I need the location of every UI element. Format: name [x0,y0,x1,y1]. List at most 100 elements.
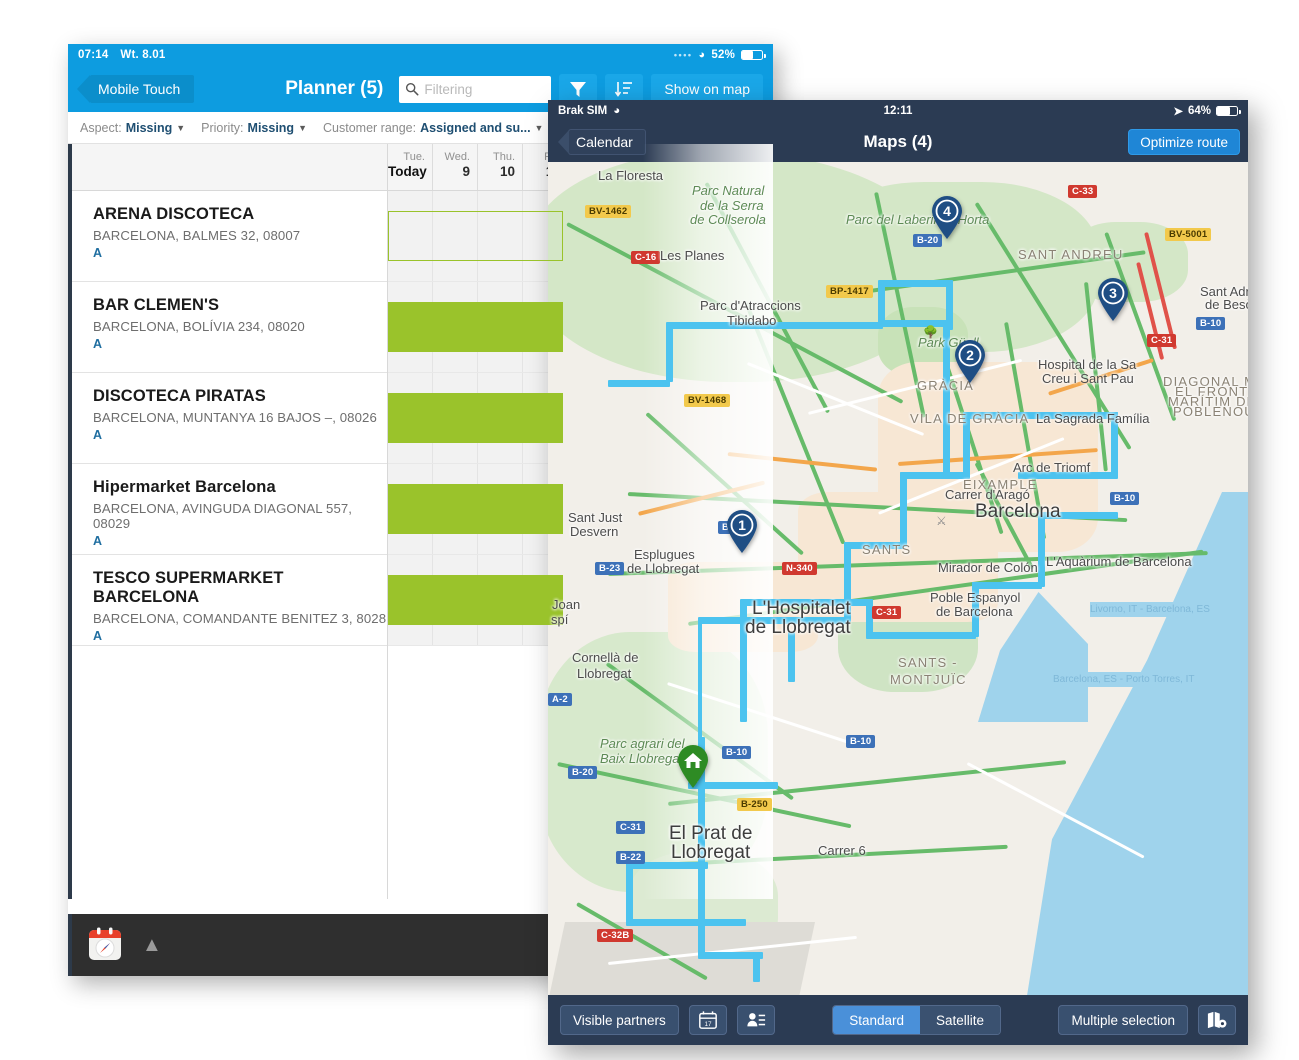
road-shield: N-340 [782,562,817,575]
signal-dots-icon: •••• [673,50,693,60]
road-shield: A-2 [548,693,572,706]
map-label: SANTS [862,542,912,557]
svg-text:2: 2 [966,347,974,363]
planner-status-bar: 07:14 Wt. 8.01 •••• ◕ 52% [68,44,773,66]
map-label: spí [551,612,569,627]
map-canvas[interactable]: ⚔ 🌳 BV-1462 C-16 BP-1417 B-20 C-33 BV-5001 B-1… [548,162,1248,995]
home-pin-icon[interactable] [676,745,710,789]
road-shield: C-31 [872,606,902,619]
search-input[interactable] [424,81,546,97]
schedule-bar[interactable] [388,575,563,625]
map-label: Parc d'Atraccions [700,298,801,313]
road-shield: B-20 [568,766,598,779]
filter-customer-range[interactable]: Customer range: Assigned and su... ▼ [323,121,543,135]
map-type-satellite[interactable]: Satellite [920,1006,1001,1034]
back-button-mobile-touch[interactable]: Mobile Touch [76,75,195,103]
road-shield: C-31 [616,821,646,834]
list-item-address: BARCELONA, AVINGUDA DIAGONAL 557, 08029 [93,501,353,531]
multiple-selection-button[interactable]: Multiple selection [1058,1005,1189,1035]
map-gear-icon [1207,1011,1227,1029]
page-title: Planner (5) [285,78,384,99]
map-label: de Llobregat [627,561,700,576]
road-shield: C-32B [597,929,634,942]
status-battery-pct: 52% [711,49,735,61]
calendar-button[interactable]: 17 [688,1005,727,1035]
road-shield: BP-1417 [826,285,873,298]
calendar-column-header[interactable]: Wed. 9 [433,144,478,190]
map-label: Joan [552,597,581,612]
calendar-daynum: 10 [499,164,515,179]
calendar-daynum: Today [388,164,427,179]
funnel-icon [570,82,587,97]
map-label: Creu i Sant Pau [1042,371,1134,386]
map-settings-button[interactable] [1198,1005,1237,1035]
map-label: L'Aquàrium de Barcelona [1046,554,1192,569]
filter-priority[interactable]: Priority: Missing ▼ [201,121,307,135]
calendar-dow: Wed. [444,151,470,163]
schedule-bar[interactable] [388,302,563,352]
chevron-down-icon: ▼ [176,122,186,133]
map-label: Arc de Triomf [1013,460,1091,475]
customer-list-panel: ARENA DISCOTECA BARCELONA, BALMES 32, 08… [72,144,388,899]
contacts-button[interactable] [736,1005,775,1035]
list-empty-area [72,646,387,896]
filter-aspect-label: Aspect: [80,120,122,135]
svg-text:3: 3 [1109,285,1117,301]
status-date: Wt. 8.01 [120,49,166,61]
map-label: Poble Espanyol [930,590,1021,605]
multiple-selection-label: Multiple selection [1071,1012,1176,1028]
list-item[interactable]: DISCOTECA PIRATAS BARCELONA, MUNTANYA 16… [72,373,387,464]
road-shield: BV-5001 [1165,228,1212,241]
calendar-17-icon: 17 [698,1011,717,1029]
map-label: de Besòs [1205,297,1248,312]
filter-aspect[interactable]: Aspect: Missing ▼ [80,121,185,135]
schedule-bar[interactable] [388,484,563,534]
chevron-up-icon[interactable]: ▲ [142,934,162,957]
back-button-calendar[interactable]: Calendar [558,129,646,155]
map-label: POBLENOU [1173,404,1248,419]
list-item[interactable]: ARENA DISCOTECA BARCELONA, BALMES 32, 08… [72,191,387,282]
battery-icon [1216,106,1241,116]
map-label: Desvern [570,524,619,539]
calendar-column-header[interactable]: Tue. Today [388,144,433,190]
schedule-bar[interactable] [388,393,563,443]
list-item-title: BAR CLEMEN'S [93,296,220,314]
list-item[interactable]: Hipermarket Barcelona BARCELONA, AVINGUD… [72,464,387,555]
sort-descending-icon [615,82,633,97]
filter-priority-label: Priority: [201,120,244,135]
customer-list: ARENA DISCOTECA BARCELONA, BALMES 32, 08… [72,191,387,646]
visible-partners-button[interactable]: Visible partners [560,1005,679,1035]
map-type-standard[interactable]: Standard [833,1006,921,1034]
list-item-code: A [93,428,103,442]
list-item-code: A [93,246,103,260]
back-button-label: Calendar [576,134,633,150]
optimize-route-button[interactable]: Optimize route [1128,129,1240,155]
map-type-segmented-control[interactable]: Standard Satellite [832,1005,1002,1035]
filter-priority-value: Missing [247,120,295,135]
map-label: de Collserola [690,212,766,227]
search-field-wrapper[interactable] [399,75,552,103]
list-item-address: BARCELONA, COMANDANTE BENITEZ 3, 8028 [93,611,387,626]
safari-calendar-icon[interactable] [86,926,124,964]
contact-list-icon [747,1013,765,1027]
map-label: Cornellà de [572,650,639,665]
schedule-bar[interactable] [388,211,563,261]
map-pin-1[interactable]: 1 [725,510,759,554]
chevron-down-icon: ▼ [298,122,307,133]
road-shield: B-23 [595,562,625,575]
map-label: Hospital de la Sa [1038,357,1137,372]
map-label: La Floresta [598,168,664,183]
map-pin-3[interactable]: 3 [1096,278,1130,322]
list-item[interactable]: BAR CLEMEN'S BARCELONA, BOLÍVIA 234, 080… [72,282,387,373]
map-label: Carrer 6 [818,843,866,858]
battery-icon [741,50,766,60]
list-item-code: A [93,534,103,548]
calendar-column-header[interactable]: Thu. 10 [478,144,523,190]
map-pin-4[interactable]: 4 [930,196,964,240]
map-label: La Sagrada Família [1036,411,1150,426]
road-shield: C-31 [1147,334,1177,347]
map-label: de Barcelona [936,604,1013,619]
map-pin-2[interactable]: 2 [953,340,987,384]
road-shield: C-16 [631,251,661,264]
list-item[interactable]: TESCO SUPERMARKET BARCELONA BARCELONA, C… [72,555,387,646]
